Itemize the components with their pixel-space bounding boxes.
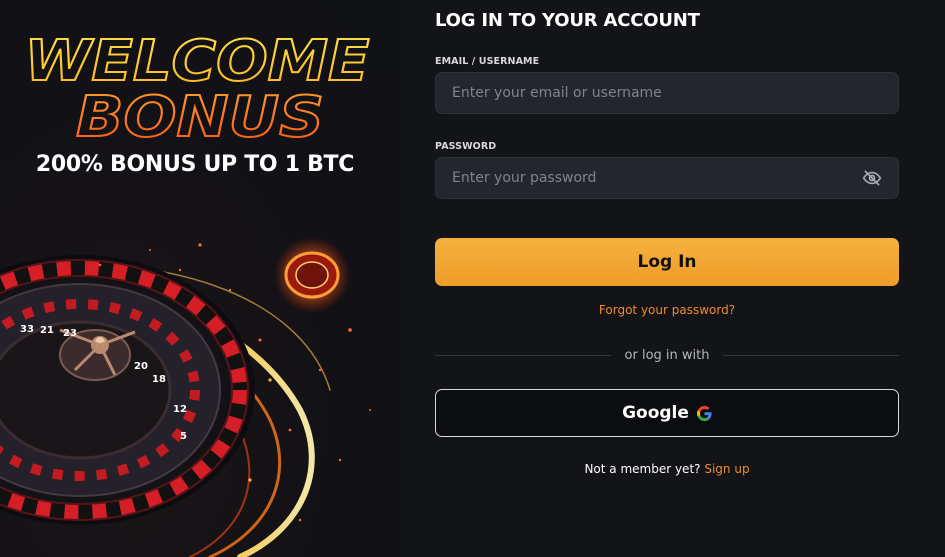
password-field-wrapper — [435, 157, 899, 199]
email-label: EMAIL / USERNAME — [435, 56, 540, 67]
promo-banner: WELCOME BONUS 200% BONUS UP TO 1 BTC 33 … — [0, 0, 400, 557]
google-login-button[interactable]: Google — [435, 389, 899, 437]
signup-row: Not a member yet? Sign up — [435, 462, 899, 476]
divider-line — [435, 354, 611, 356]
divider-label: or log in with — [624, 347, 710, 363]
bonus-subheadline: 200% BONUS UP TO 1 BTC — [35, 152, 355, 177]
email-field[interactable] — [452, 73, 882, 113]
divider-line — [723, 354, 900, 356]
casino-chip — [274, 237, 350, 313]
signup-prompt: Not a member yet? — [584, 462, 701, 476]
roulette-number: 23 — [63, 328, 77, 339]
google-button-label: Google — [622, 403, 689, 423]
roulette-number: 18 — [152, 374, 166, 385]
forgot-password-link[interactable]: Forgot your password? — [435, 303, 899, 317]
signup-link[interactable]: Sign up — [704, 462, 749, 476]
roulette-number: 5 — [180, 431, 187, 442]
password-field[interactable] — [452, 158, 854, 198]
roulette-wheel-image: 33 21 23 20 18 12 5 — [0, 237, 371, 557]
welcome-bonus-logo: WELCOME BONUS — [22, 28, 372, 148]
roulette-number: 33 — [20, 324, 34, 335]
google-g-icon — [696, 405, 712, 421]
divider: or log in with — [435, 346, 900, 364]
roulette-wheel: 33 21 23 20 18 12 5 — [0, 255, 255, 525]
form-title: LOG IN TO YOUR ACCOUNT — [435, 10, 700, 31]
email-field-wrapper — [435, 72, 899, 114]
login-button[interactable]: Log In — [435, 238, 899, 286]
eye-slash-icon[interactable] — [862, 168, 882, 188]
bonus-text: BONUS — [76, 85, 324, 148]
roulette-number: 12 — [173, 404, 187, 415]
roulette-number: 21 — [40, 325, 54, 336]
roulette-number: 20 — [134, 361, 148, 372]
password-label: PASSWORD — [435, 141, 497, 152]
